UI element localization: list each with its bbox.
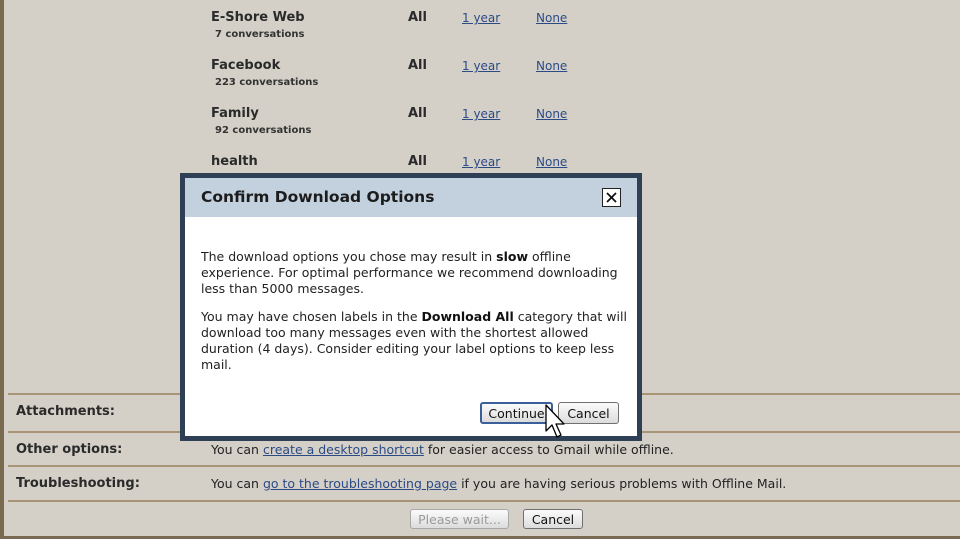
attachments-label: Attachments: <box>16 404 115 419</box>
label-row-eshore-web: E-Shore Web 7 conversations All 1 year N… <box>211 10 631 58</box>
label-name: Family <box>211 106 259 121</box>
label-scope: All <box>408 10 427 25</box>
create-desktop-shortcut-link[interactable]: create a desktop shortcut <box>263 442 424 457</box>
mouse-cursor-icon <box>545 404 565 438</box>
duration-none-link[interactable]: None <box>536 155 567 169</box>
other-options-suffix: for easier access to Gmail while offline… <box>423 442 674 457</box>
p2-text-a: You may have chosen labels in the <box>201 309 422 324</box>
duration-none-link[interactable]: None <box>536 11 567 25</box>
dialog-paragraph-2: You may have chosen labels in the Downlo… <box>201 309 627 373</box>
duration-none-link[interactable]: None <box>536 59 567 73</box>
troubleshooting-text: You can go to the troubleshooting page i… <box>211 476 786 491</box>
dialog-paragraph-1: The download options you chose may resul… <box>201 249 627 297</box>
troubleshooting-page-link[interactable]: go to the troubleshooting page <box>263 476 457 491</box>
duration-none-link[interactable]: None <box>536 107 567 121</box>
p1-text-a: The download options you chose may resul… <box>201 249 497 264</box>
dialog-cancel-button[interactable]: Cancel <box>558 402 619 424</box>
other-options-text: You can create a desktop shortcut for ea… <box>211 442 674 457</box>
troubleshooting-suffix: if you are having serious problems with … <box>457 476 787 491</box>
window-left-border <box>0 0 4 539</box>
dialog-title: Confirm Download Options <box>201 188 435 206</box>
label-name: Facebook <box>211 58 281 73</box>
label-row-facebook: Facebook 223 conversations All 1 year No… <box>211 58 631 106</box>
label-count: 92 conversations <box>215 125 312 136</box>
label-count: 223 conversations <box>215 77 319 88</box>
dialog-content: Confirm Download Options The download op… <box>185 178 637 436</box>
continue-button[interactable]: Continue <box>480 402 553 424</box>
label-scope: All <box>408 58 427 73</box>
close-icon[interactable] <box>602 188 621 207</box>
label-name: health <box>211 154 258 169</box>
label-count: 7 conversations <box>215 29 305 40</box>
dialog-message: The download options you chose may resul… <box>201 249 627 385</box>
dialog-header: Confirm Download Options <box>185 178 637 217</box>
confirm-download-dialog: Confirm Download Options The download op… <box>180 173 642 441</box>
close-icon-glyph <box>606 192 617 203</box>
other-options-label: Other options: <box>16 442 123 457</box>
please-wait-button[interactable]: Please wait... <box>410 509 509 529</box>
troubleshooting-prefix: You can <box>211 476 263 491</box>
other-options-prefix: You can <box>211 442 263 457</box>
divider <box>8 465 960 467</box>
duration-1-year-link[interactable]: 1 year <box>462 107 500 121</box>
label-scope: All <box>408 106 427 121</box>
divider <box>8 500 960 502</box>
label-row-family: Family 92 conversations All 1 year None <box>211 106 631 154</box>
p2-bold: Download All <box>421 309 514 324</box>
label-name: E-Shore Web <box>211 10 305 25</box>
duration-1-year-link[interactable]: 1 year <box>462 155 500 169</box>
label-scope: All <box>408 154 427 169</box>
footer-cancel-button[interactable]: Cancel <box>523 509 583 529</box>
troubleshooting-label: Troubleshooting: <box>16 476 140 491</box>
duration-1-year-link[interactable]: 1 year <box>462 59 500 73</box>
p1-bold: slow <box>496 249 528 264</box>
duration-1-year-link[interactable]: 1 year <box>462 11 500 25</box>
